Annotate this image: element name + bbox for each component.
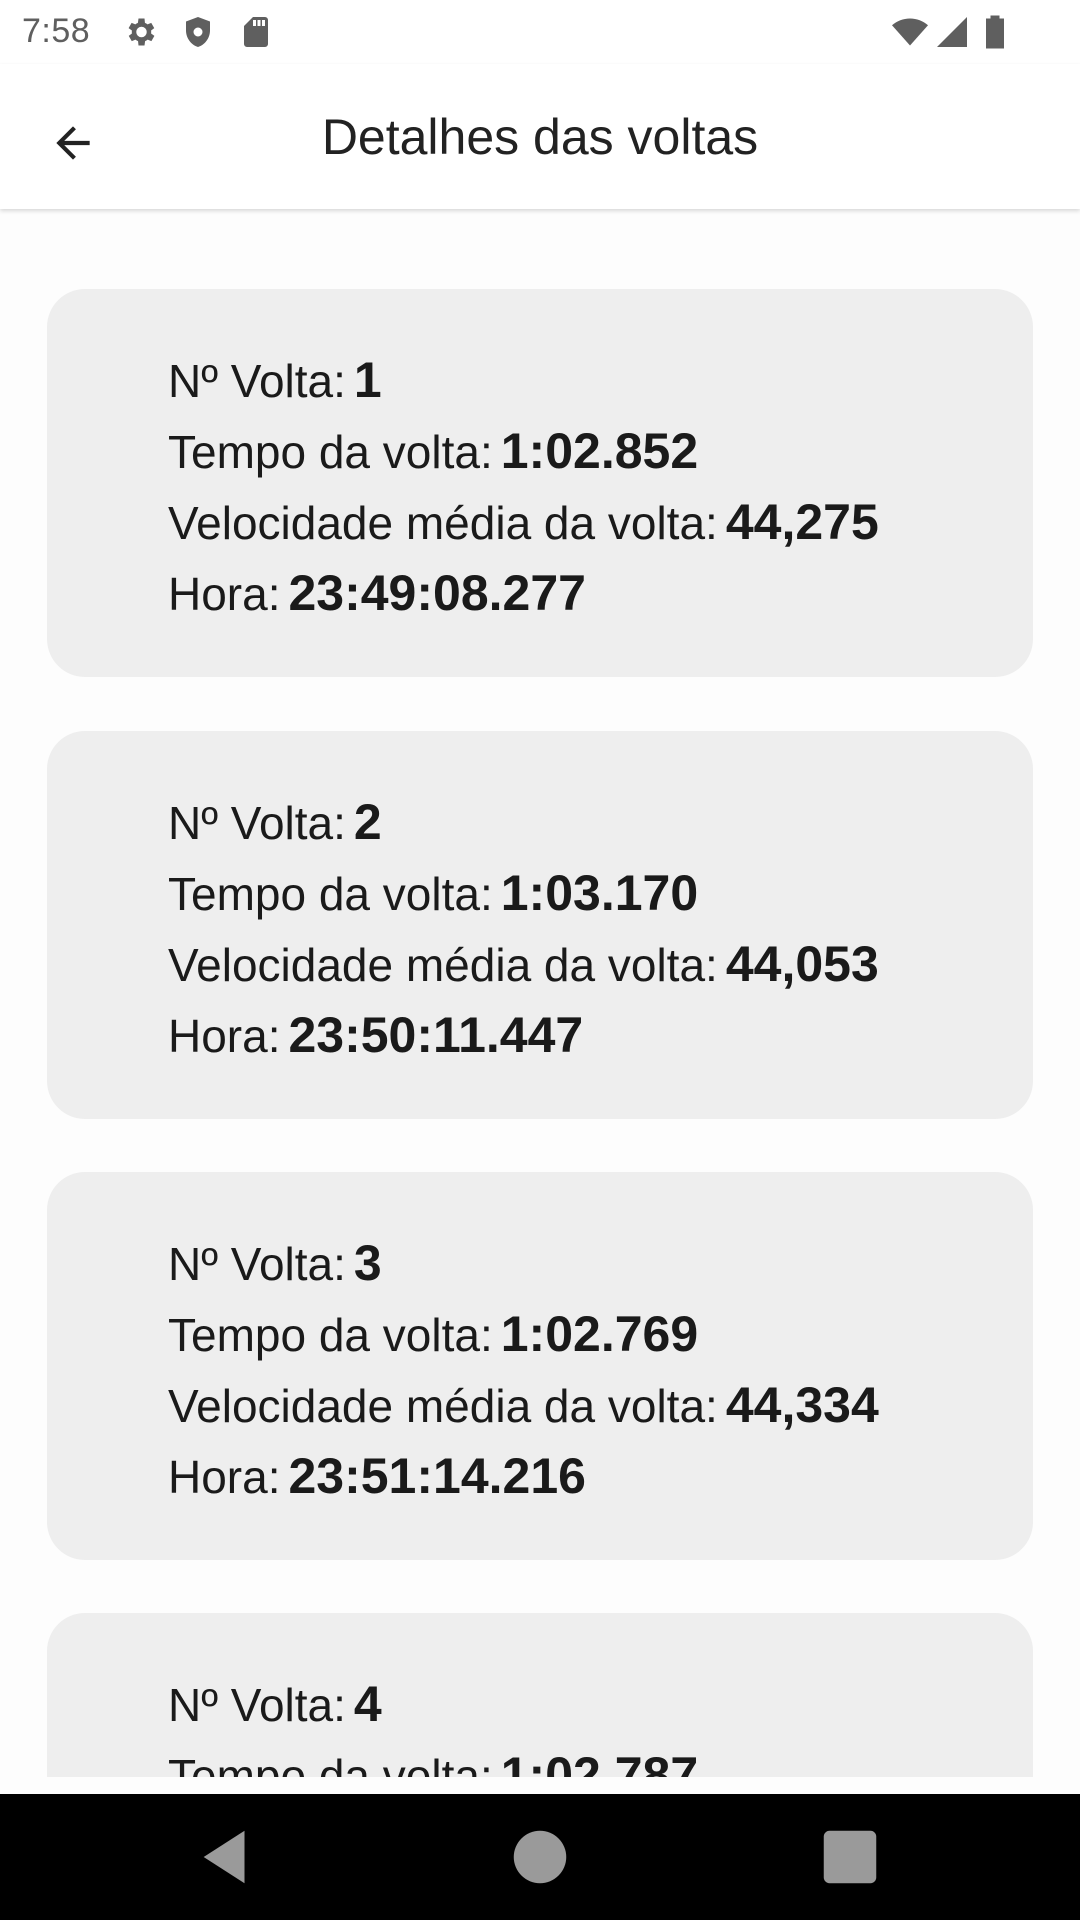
- nav-home-button[interactable]: [505, 1822, 575, 1892]
- lap-card[interactable]: Nº Volta: 3 Tempo da volta: 1:02.769 Veloc…: [47, 1172, 1033, 1560]
- lap-time-label: Tempo da volta:: [168, 868, 493, 920]
- navigation-bar: [0, 1794, 1080, 1920]
- lap-time-row: Tempo da volta: 1:03.170: [168, 858, 879, 929]
- lap-number-value: 1: [353, 352, 382, 408]
- lap-number-value: 3: [353, 1235, 382, 1291]
- hour-label: Hora:: [168, 568, 281, 620]
- lap-time-value: 1:02.787: [500, 1747, 699, 1777]
- lap-card[interactable]: Nº Volta: 2 Tempo da volta: 1:03.170 Veloc…: [47, 731, 1033, 1119]
- lap-time-row: Tempo da volta: 1:02.852: [168, 416, 879, 487]
- lap-time-value: 1:02.852: [500, 423, 699, 479]
- lap-time-label: Tempo da volta:: [168, 1750, 493, 1777]
- battery-icon: [982, 14, 1008, 50]
- cellular-signal-icon: [934, 14, 970, 50]
- avg-speed-row: Velocidade média da volta: 44,275: [168, 487, 879, 558]
- lap-time-value: 1:02.769: [500, 1306, 699, 1362]
- hour-row: Hora: 23:49:08.277: [168, 558, 879, 629]
- avg-speed-label: Velocidade média da volta:: [168, 497, 718, 549]
- lap-time-row: Tempo da volta: 1:02.769: [168, 1299, 879, 1370]
- lap-number-value: 2: [353, 794, 382, 850]
- hour-value: 23:51:14.216: [288, 1448, 586, 1504]
- lap-number-label: Nº Volta:: [168, 1238, 346, 1290]
- lap-number-row: Nº Volta: 4: [168, 1669, 698, 1740]
- lap-number-value: 4: [353, 1676, 382, 1732]
- nav-recents-icon: [823, 1830, 877, 1884]
- lap-card[interactable]: Nº Volta: 1 Tempo da volta: 1:02.852 Veloc…: [47, 289, 1033, 677]
- lap-number-row: Nº Volta: 2: [168, 787, 879, 858]
- avg-speed-row: Velocidade média da volta: 44,053: [168, 929, 879, 1000]
- avg-speed-row: Velocidade média da volta: 44,334: [168, 1370, 879, 1441]
- nav-back-icon: [203, 1830, 245, 1884]
- hour-row: Hora: 23:50:11.447: [168, 1000, 879, 1071]
- lap-list[interactable]: Nº Volta: 1 Tempo da volta: 1:02.852 Veloc…: [0, 209, 1080, 1777]
- lap-time-label: Tempo da volta:: [168, 1309, 493, 1361]
- avg-speed-label: Velocidade média da volta:: [168, 939, 718, 991]
- lap-time-label: Tempo da volta:: [168, 426, 493, 478]
- nav-recents-button[interactable]: [815, 1822, 885, 1892]
- lap-number-label: Nº Volta:: [168, 797, 346, 849]
- avg-speed-label: Velocidade média da volta:: [168, 1380, 718, 1432]
- lap-number-label: Nº Volta:: [168, 1679, 346, 1731]
- hour-value: 23:50:11.447: [288, 1007, 584, 1063]
- app-bar: Detalhes das voltas: [0, 64, 1080, 209]
- lap-time-value: 1:03.170: [500, 865, 699, 921]
- wifi-icon: [890, 14, 930, 50]
- status-time: 7:58: [22, 12, 91, 50]
- lap-number-row: Nº Volta: 1: [168, 345, 879, 416]
- avg-speed-value: 44,275: [725, 494, 879, 550]
- hour-value: 23:49:08.277: [288, 565, 586, 621]
- hour-label: Hora:: [168, 1451, 281, 1503]
- hour-row: Hora: 23:51:14.216: [168, 1441, 879, 1512]
- hour-label: Hora:: [168, 1010, 281, 1062]
- status-bar: 7:58: [0, 0, 1080, 64]
- lap-number-row: Nº Volta: 3: [168, 1228, 879, 1299]
- avg-speed-value: 44,334: [725, 1377, 879, 1433]
- nav-back-button[interactable]: [192, 1822, 262, 1892]
- app-screen: 7:58 Detalhes das voltas Nº Volta: 1 Tem…: [0, 0, 1080, 1920]
- page-title: Detalhes das voltas: [321, 109, 759, 165]
- shield-icon: [180, 14, 216, 50]
- avg-speed-value: 44,053: [725, 936, 879, 992]
- lap-card[interactable]: Nº Volta: 4 Tempo da volta: 1:02.787: [47, 1613, 1033, 1777]
- sd-card-icon: [238, 14, 274, 50]
- settings-gear-icon: [122, 14, 158, 50]
- lap-time-row: Tempo da volta: 1:02.787: [168, 1740, 698, 1777]
- nav-home-icon: [513, 1830, 567, 1884]
- lap-number-label: Nº Volta:: [168, 355, 346, 407]
